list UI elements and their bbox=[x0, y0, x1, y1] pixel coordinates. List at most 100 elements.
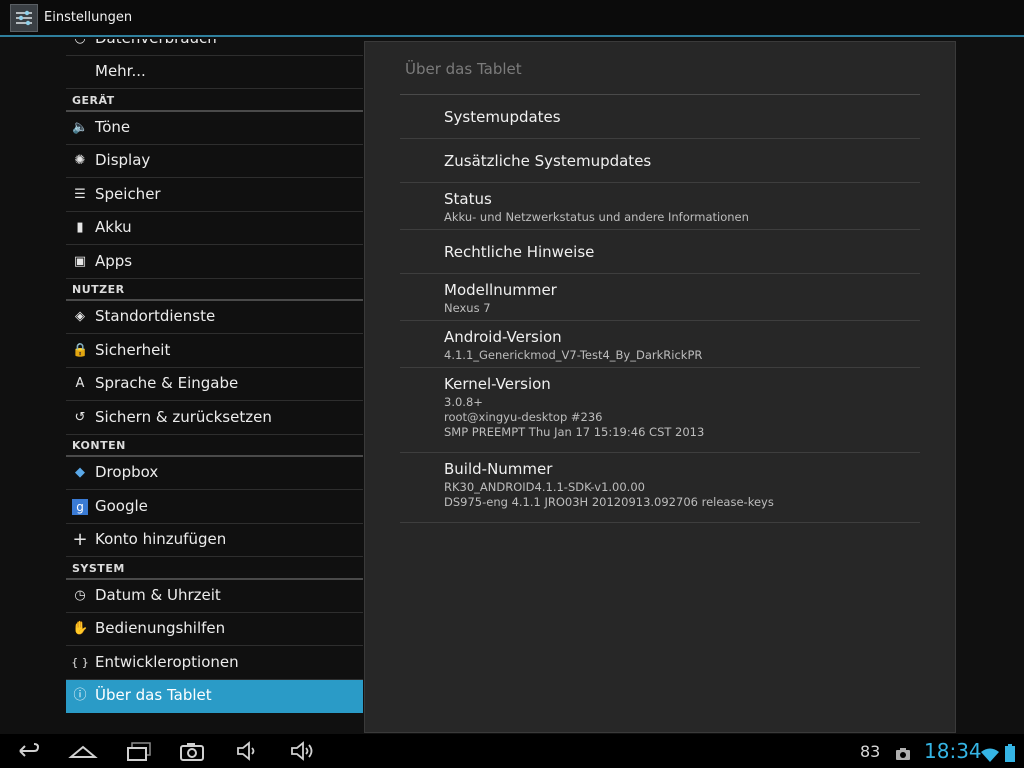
settings-item-über-das-tablet[interactable]: ⓘ Über das Tablet bbox=[66, 680, 363, 713]
about-item-summary: root@xingyu-desktop #236 bbox=[444, 410, 603, 424]
about-item-summary: DS975-eng 4.1.1 JRO03H 20120913.092706 r… bbox=[444, 495, 774, 509]
screenshot-notification-icon bbox=[896, 748, 910, 760]
system-navigation-bar: 83 18:34 bbox=[0, 734, 1024, 768]
settings-app-icon[interactable] bbox=[10, 4, 38, 32]
settings-item-label: Dropbox bbox=[95, 463, 159, 481]
section-header-nutzer: NUTZER bbox=[66, 279, 363, 301]
settings-item-speicher[interactable]: ☰ Speicher bbox=[66, 179, 363, 212]
settings-item-dropbox[interactable]: ◆ Dropbox bbox=[66, 457, 363, 490]
settings-item-apps[interactable]: ▣ Apps bbox=[66, 246, 363, 279]
settings-item-label: Sichern & zurücksetzen bbox=[95, 407, 272, 426]
settings-category-list[interactable]: ◔ Datenverbrauch Mehr... GERÄT 🔈 Töne ✺ Displ… bbox=[66, 39, 363, 715]
settings-item-label: Töne bbox=[95, 117, 131, 136]
about-item-modellnummer[interactable]: Modellnummer Nexus 7 bbox=[400, 274, 920, 321]
keyboard-icon: A bbox=[75, 376, 85, 391]
about-item-kernel-version[interactable]: Kernel-Version 3.0.8+ root@xingyu-desktop … bbox=[400, 368, 920, 453]
data-usage-icon: ◔ bbox=[72, 39, 88, 47]
back-icon[interactable] bbox=[14, 739, 42, 763]
settings-item-töne[interactable]: 🔈 Töne bbox=[66, 112, 363, 145]
settings-item-sicherheit[interactable]: 🔒 Sicherheit bbox=[66, 335, 363, 368]
about-item-title: Build-Nummer bbox=[444, 460, 553, 478]
section-header-label: KONTEN bbox=[72, 439, 126, 452]
settings-item-standortdienste[interactable]: ◈ Standortdienste bbox=[66, 301, 363, 334]
storage-icon: ☰ bbox=[74, 186, 86, 202]
clock: 18:34 bbox=[924, 739, 982, 763]
about-item-summary: 3.0.8+ bbox=[444, 395, 483, 409]
about-item-title: Android-Version bbox=[444, 328, 562, 346]
settings-item-label: Display bbox=[95, 151, 151, 169]
about-item-title: Status bbox=[444, 190, 492, 208]
section-header-system: SYSTEM bbox=[66, 558, 363, 580]
settings-item-label: Mehr... bbox=[95, 62, 146, 80]
about-item-title: Modellnummer bbox=[444, 281, 557, 299]
settings-item-label: Konto hinzufügen bbox=[95, 530, 227, 548]
section-header-label: NUTZER bbox=[72, 283, 125, 296]
settings-item-label: Bedienungshilfen bbox=[95, 619, 226, 637]
speaker-icon: 🔈 bbox=[72, 119, 89, 135]
about-item-summary: SMP PREEMPT Thu Jan 17 15:19:46 CST 2013 bbox=[444, 425, 705, 439]
settings-item-label: Speicher bbox=[95, 184, 161, 203]
settings-item-label: Akku bbox=[95, 218, 132, 236]
settings-item-display[interactable]: ✺ Display bbox=[66, 145, 363, 178]
about-item-summary: Nexus 7 bbox=[444, 301, 491, 315]
settings-item-google[interactable]: g Google bbox=[66, 491, 363, 524]
settings-item-label: Datum & Uhrzeit bbox=[95, 585, 221, 604]
settings-item-label: Sprache & Eingabe bbox=[95, 374, 239, 392]
hand-icon: ✋ bbox=[72, 621, 89, 636]
camera-icon[interactable] bbox=[178, 739, 206, 763]
section-header-label: SYSTEM bbox=[72, 561, 125, 575]
notification-count: 83 bbox=[860, 742, 881, 761]
plus-icon: + bbox=[72, 529, 88, 550]
settings-item-mehr[interactable]: Mehr... bbox=[66, 56, 363, 89]
home-icon[interactable] bbox=[68, 739, 98, 763]
about-item-rechtliche-hinweise[interactable]: Rechtliche Hinweise bbox=[400, 230, 920, 274]
braces-icon: { } bbox=[71, 655, 89, 669]
restore-icon: ↺ bbox=[74, 409, 86, 425]
battery-icon: ▮ bbox=[76, 220, 84, 235]
about-item-android-version[interactable]: Android-Version 4.1.1_Generickmod_V7-Test… bbox=[400, 321, 920, 368]
about-item-build-nummer[interactable]: Build-Nummer RK30_ANDROID4.1.1-SDK-v1.00.… bbox=[400, 453, 920, 523]
about-item-title: Kernel-Version bbox=[444, 375, 551, 393]
settings-item-akku[interactable]: ▮ Akku bbox=[66, 212, 363, 245]
settings-item-label: Google bbox=[95, 496, 148, 515]
dropbox-icon: ◆ bbox=[75, 465, 85, 480]
about-item-systemupdates[interactable]: Systemupdates bbox=[400, 95, 920, 139]
info-icon: ⓘ bbox=[73, 688, 87, 703]
settings-item-label: Entwickleroptionen bbox=[95, 652, 239, 671]
about-item-title: Zusätzliche Systemupdates bbox=[444, 152, 652, 170]
settings-item-bedienungshilfen[interactable]: ✋ Bedienungshilfen bbox=[66, 613, 363, 646]
apps-icon: ▣ bbox=[73, 253, 87, 269]
section-header-gerät: GERÄT bbox=[66, 90, 363, 112]
settings-item-sprache-eingabe[interactable]: A Sprache & Eingabe bbox=[66, 368, 363, 401]
about-item-summary: Akku- und Netzwerkstatus und andere Info… bbox=[444, 210, 749, 224]
settings-item-datenverbrauch[interactable]: ◔ Datenverbrauch bbox=[66, 39, 363, 56]
section-header-konten: KONTEN bbox=[66, 435, 363, 457]
lock-icon: 🔒 bbox=[72, 342, 89, 358]
settings-item-datum-uhrzeit[interactable]: ◷ Datum & Uhrzeit bbox=[66, 580, 363, 613]
recent-apps-icon[interactable] bbox=[124, 739, 154, 763]
detail-title: Über das Tablet bbox=[405, 60, 522, 78]
location-icon: ◈ bbox=[75, 309, 85, 324]
settings-item-konto-hinzufügen[interactable]: + Konto hinzufügen bbox=[66, 524, 363, 557]
about-item-zusätzliche-systemupdates[interactable]: Zusätzliche Systemupdates bbox=[400, 139, 920, 183]
clock-icon: ◷ bbox=[74, 587, 86, 603]
about-item-status[interactable]: Status Akku- und Netzwerkstatus und ander… bbox=[400, 183, 920, 230]
section-header-label: GERÄT bbox=[72, 93, 115, 107]
about-item-summary: 4.1.1_Generickmod_V7-Test4_By_DarkRickPR bbox=[444, 348, 703, 362]
about-item-summary: RK30_ANDROID4.1.1-SDK-v1.00.00 bbox=[444, 480, 645, 494]
volume-down-icon[interactable] bbox=[234, 739, 262, 763]
about-tablet-panel: Über das Tablet Systemupdates Zusätzliche… bbox=[364, 41, 956, 733]
action-bar: Einstellungen bbox=[0, 0, 1024, 37]
brightness-icon: ✺ bbox=[74, 153, 86, 168]
google-icon: g bbox=[72, 498, 88, 515]
settings-item-label: Apps bbox=[95, 251, 133, 270]
app-title: Einstellungen bbox=[44, 10, 133, 25]
wifi-icon bbox=[981, 748, 999, 762]
volume-up-icon[interactable] bbox=[288, 739, 318, 763]
settings-item-label: Über das Tablet bbox=[95, 686, 212, 704]
about-item-title: Systemupdates bbox=[444, 108, 561, 126]
settings-item-label: Standortdienste bbox=[95, 307, 216, 325]
settings-item-sichern-zurücksetzen[interactable]: ↺ Sichern & zurücksetzen bbox=[66, 402, 363, 435]
about-item-title: Rechtliche Hinweise bbox=[444, 243, 595, 261]
settings-item-entwickleroptionen[interactable]: { } Entwickleroptionen bbox=[66, 647, 363, 680]
